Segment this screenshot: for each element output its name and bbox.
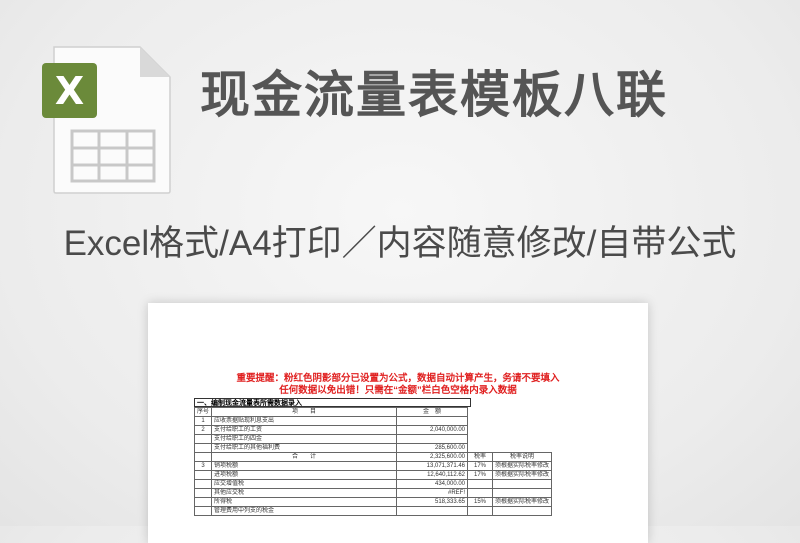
cell-tax-rate[interactable]: 15% — [467, 497, 494, 507]
col-tax-note: 税率说明 — [492, 452, 553, 462]
cell-item: 其他应交税 — [211, 488, 398, 498]
cell-tax-rate — [467, 506, 494, 516]
cell-tax-rate — [467, 479, 494, 489]
col-tax-rate: 税率 — [467, 452, 494, 462]
cell-amount[interactable]: 434,000.00 — [396, 479, 469, 489]
cell-amount[interactable]: 518,333.65 — [396, 497, 469, 507]
cell-tax-rate — [467, 488, 494, 498]
notice: 重要提醒：粉红色阴影部分已设置为公式，数据自动计算产生，务请不要填入 任何数据以… — [148, 373, 648, 397]
cell-amount[interactable]: 12,640,112.62 — [396, 470, 469, 480]
table-row: 所得税 518,333.65 15% 须根据实际税率修改 — [193, 497, 553, 507]
col-no: 序号 — [193, 407, 213, 417]
cell-item: 进项税额 — [211, 470, 398, 480]
cell-tax-note: 须根据实际税率修改 — [492, 470, 553, 480]
cell-item: 所得税 — [211, 497, 398, 507]
cell-amount[interactable] — [396, 506, 469, 516]
cell-tax-note — [492, 479, 553, 489]
cell-amount[interactable]: 2,040,000.00 — [396, 425, 469, 435]
excel-x-letter: X — [55, 69, 84, 113]
cell-amount[interactable]: 13,071,371.46 — [396, 461, 469, 471]
cell-no — [193, 470, 213, 480]
notice-line-2: 任何数据以免出错！只需在“金额”栏白色空格内录入数据 — [279, 385, 517, 396]
header-row: 序号 项 目 金 额 — [193, 407, 552, 417]
cell-no — [193, 434, 213, 444]
cell-no: 2 — [193, 425, 213, 435]
table-row: 其他应交税 #REF! — [193, 488, 553, 498]
section-title: 一、编制现金流量表所需数据录入 — [194, 398, 471, 407]
cell-no — [193, 506, 213, 516]
cell-item: 销项税额 — [211, 461, 398, 471]
notice-line-1: 重要提醒：粉红色阴影部分已设置为公式，数据自动计算产生，务请不要填入 — [236, 373, 560, 384]
table-row: 管理费用中列支的税金 — [193, 506, 553, 516]
data-table: 序号 项 目 金 额 1 应收票据贴现利息支出 2 支付给职工的工资 2,040… — [193, 407, 553, 516]
cell-tax-note: 须根据实际税率修改 — [492, 497, 553, 507]
col-amount: 金 额 — [396, 407, 469, 417]
total-row: 合 计 2,325,600.00 税率 税率说明 — [193, 452, 553, 462]
cell-no — [193, 497, 213, 507]
cell-tax-rate[interactable]: 17% — [467, 461, 494, 471]
cell-amount[interactable]: 285,600.00 — [396, 443, 469, 453]
sheet-grid: 一、编制现金流量表所需数据录入 序号 项 目 金 额 1 应收票据贴现利息支出 … — [193, 398, 553, 516]
table-row: 进项税额 12,640,112.62 17% 须根据实际税率修改 — [193, 470, 553, 480]
cell-item: 支付给职工的四金 — [211, 434, 398, 444]
total-label: 合 计 — [211, 452, 398, 462]
cell-amount[interactable]: #REF! — [396, 488, 469, 498]
cell-amount[interactable] — [396, 416, 469, 426]
cell-item: 应交增值税 — [211, 479, 398, 489]
page-title: 现金流量表模板八联 — [200, 67, 668, 123]
table-row: 1 应收票据贴现利息支出 — [193, 416, 552, 426]
cell-item: 支付给职工的工资 — [211, 425, 398, 435]
cell-item: 管理费用中列支的税金 — [211, 506, 398, 516]
page-subtitle: Excel格式/A4打印／内容随意修改/自带公式 — [63, 224, 737, 263]
cell-no — [193, 488, 213, 498]
cell-item: 支付给职工的其他福利费 — [211, 443, 398, 453]
cell-no — [193, 443, 213, 453]
cell-tax-rate[interactable]: 17% — [467, 470, 494, 480]
cell-tax-note: 须根据实际税率修改 — [492, 461, 553, 471]
table-row: 支付给职工的四金 — [193, 434, 552, 444]
table-row: 支付给职工的其他福利费 285,600.00 — [193, 443, 552, 453]
cell-tax-note — [492, 488, 553, 498]
table-row: 应交增值税 434,000.00 — [193, 479, 553, 489]
col-item: 项 目 — [211, 407, 398, 417]
spreadsheet-preview: 重要提醒：粉红色阴影部分已设置为公式，数据自动计算产生，务请不要填入 任何数据以… — [148, 303, 648, 543]
cell-item: 应收票据贴现利息支出 — [211, 416, 398, 426]
cell-no: 3 — [193, 461, 213, 471]
total-amount: 2,325,600.00 — [396, 452, 469, 462]
cell-tax-note — [492, 506, 553, 516]
table-row: 2 支付给职工的工资 2,040,000.00 — [193, 425, 552, 435]
excel-file-icon: X — [40, 45, 172, 195]
cell-no: 1 — [193, 416, 213, 426]
cell-no — [193, 479, 213, 489]
table-row: 3 销项税额 13,071,371.46 17% 须根据实际税率修改 — [193, 461, 553, 471]
cell-amount[interactable] — [396, 434, 469, 444]
